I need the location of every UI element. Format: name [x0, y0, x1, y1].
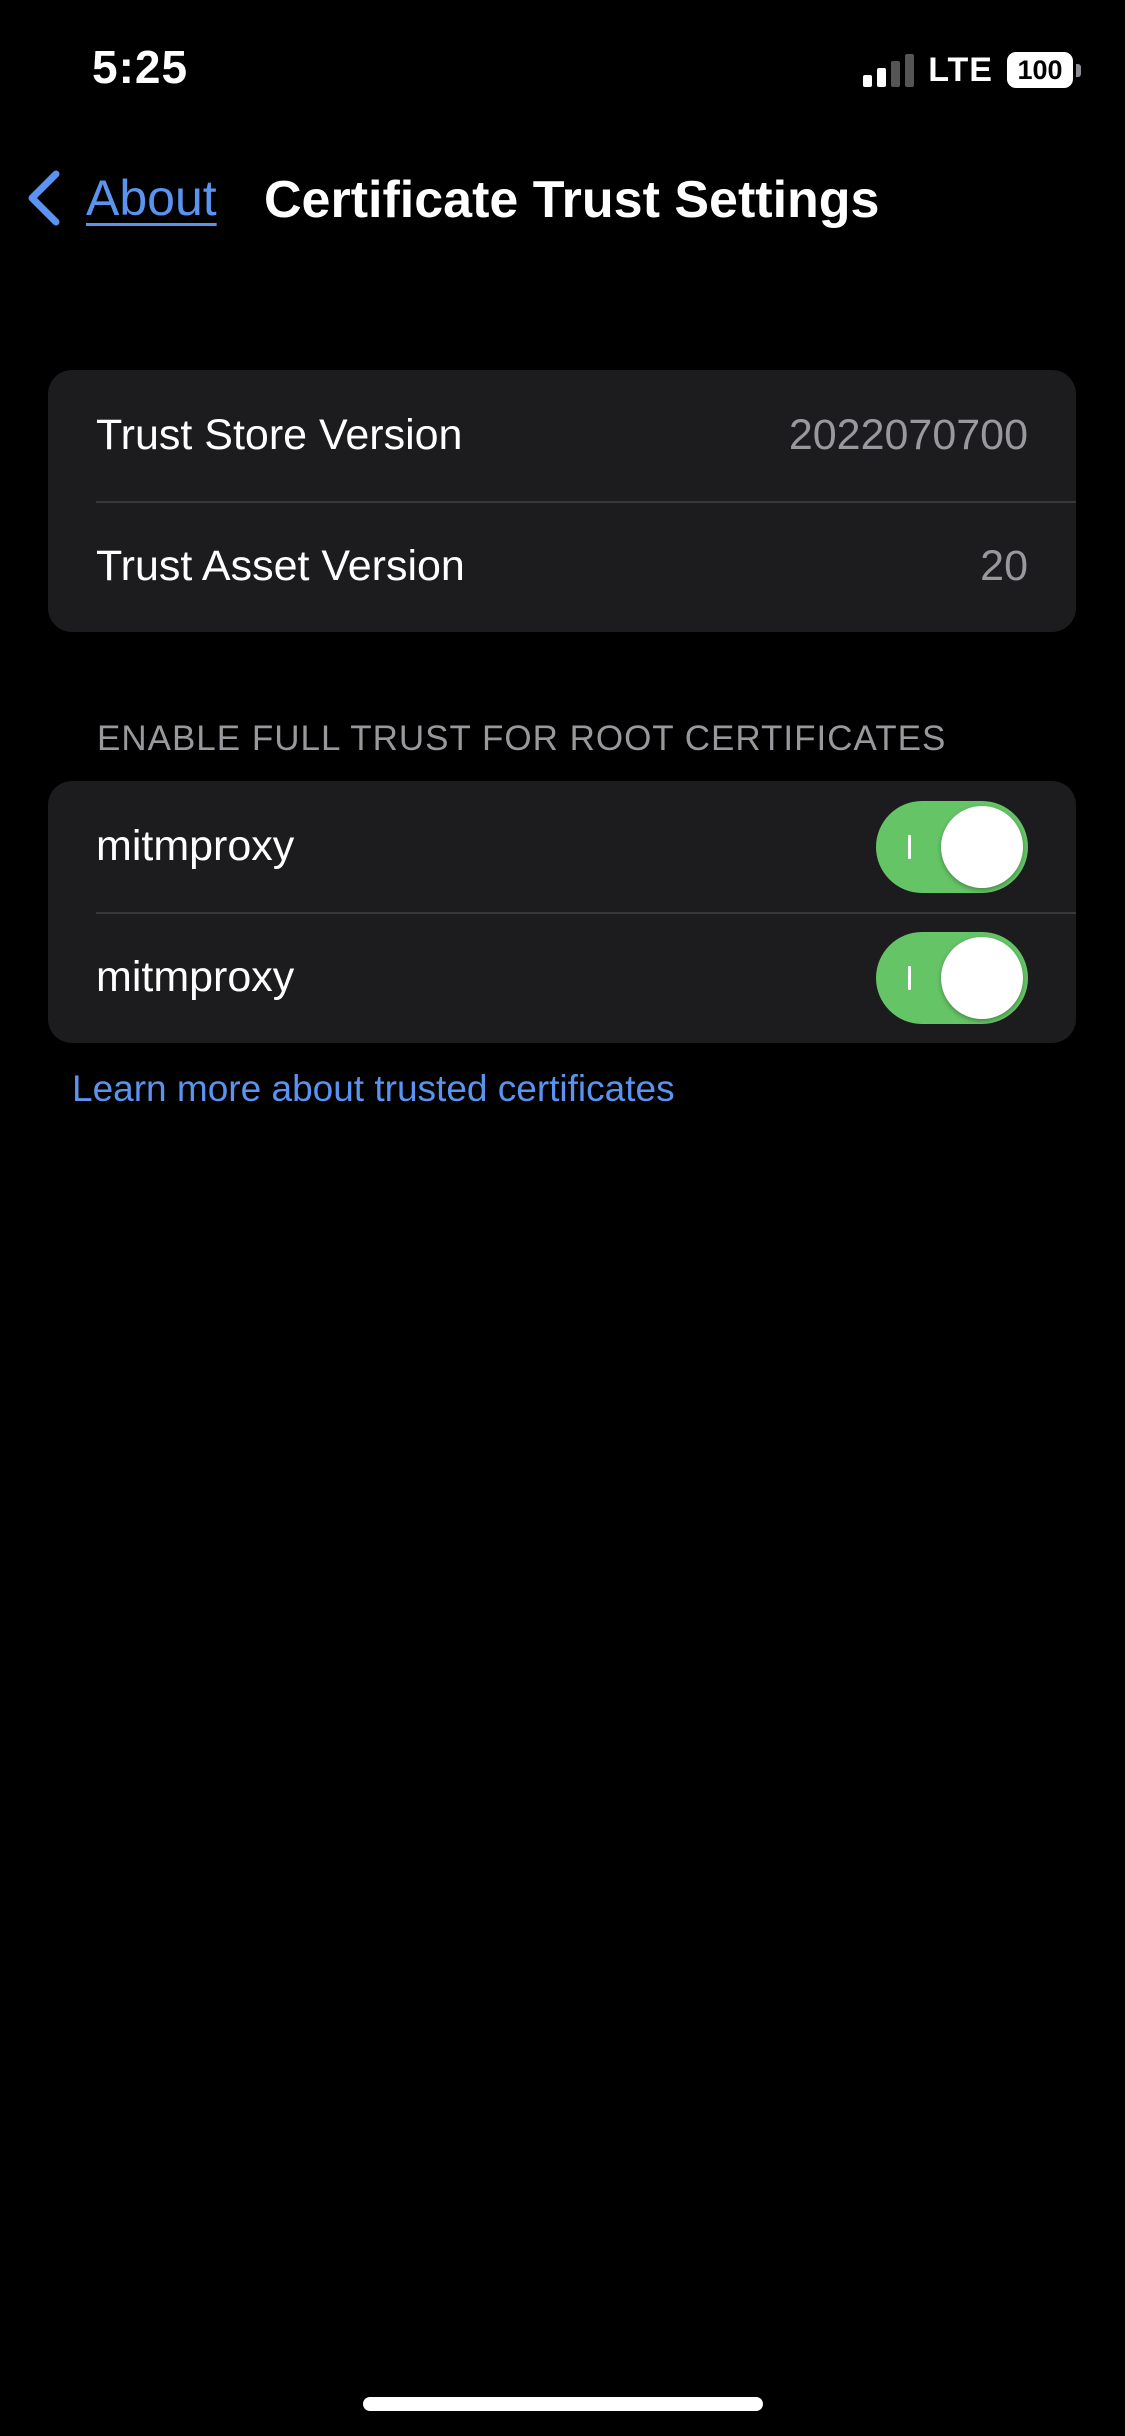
back-button-label: About	[86, 170, 217, 226]
back-button[interactable]: About	[22, 168, 217, 228]
trust-store-version-row: Trust Store Version 2022070700	[48, 370, 1076, 501]
trust-asset-version-value: 20	[980, 542, 1028, 590]
root-certificates-group: mitmproxy mitmproxy	[48, 781, 1076, 1043]
home-indicator[interactable]	[363, 2397, 763, 2411]
trust-store-version-value: 2022070700	[788, 411, 1028, 459]
battery-icon: 100	[1007, 52, 1081, 88]
chevron-left-icon	[28, 170, 60, 226]
signal-icon	[863, 53, 915, 87]
status-bar: 5:25 LTE 100	[0, 0, 1125, 140]
trust-store-version-label: Trust Store Version	[96, 411, 463, 459]
status-time: 5:25	[92, 41, 189, 93]
certificate-row: mitmproxy	[48, 781, 1076, 912]
version-info-group: Trust Store Version 2022070700 Trust Ass…	[48, 370, 1076, 632]
toggle-on-indicator	[908, 834, 911, 859]
toggle-knob	[941, 936, 1023, 1019]
certificate-row: mitmproxy	[48, 912, 1076, 1043]
page-title: Certificate Trust Settings	[264, 171, 880, 229]
toggle-knob	[941, 805, 1023, 888]
certificate-trust-toggle[interactable]	[876, 931, 1028, 1024]
certificate-name: mitmproxy	[96, 822, 295, 870]
certificate-trust-toggle[interactable]	[876, 800, 1028, 893]
trust-asset-version-label: Trust Asset Version	[96, 542, 465, 590]
learn-more-link[interactable]: Learn more about trusted certificates	[72, 1068, 675, 1110]
certificate-name: mitmproxy	[96, 953, 295, 1001]
network-type: LTE	[928, 50, 993, 89]
battery-level: 100	[1007, 52, 1073, 88]
toggle-on-indicator	[908, 965, 911, 990]
trust-asset-version-row: Trust Asset Version 20	[48, 501, 1076, 632]
section-header-root-certificates: ENABLE FULL TRUST FOR ROOT CERTIFICATES	[97, 719, 947, 758]
status-indicators: LTE 100	[863, 50, 1081, 90]
navigation-bar: About Certificate Trust Settings	[0, 160, 1125, 240]
